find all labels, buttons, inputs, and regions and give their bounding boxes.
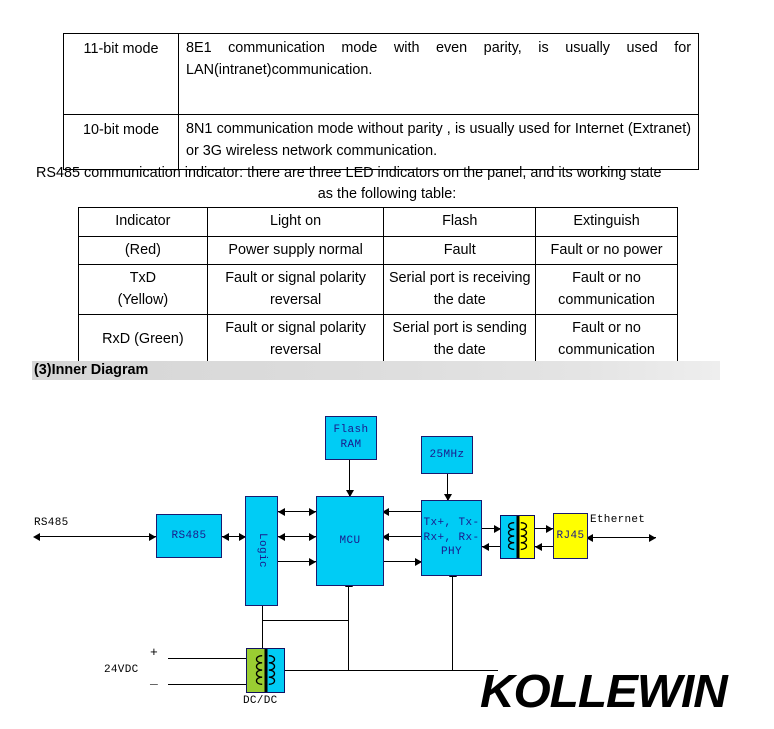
block-flash-ram-label: Flash RAM bbox=[333, 424, 369, 451]
mode-name-cell: 10-bit mode bbox=[63, 114, 179, 170]
cell-extinguish: Fault or no power bbox=[535, 235, 678, 266]
block-flash-ram: Flash RAM bbox=[325, 416, 377, 460]
arrowhead-right bbox=[149, 532, 156, 541]
block-25mhz-label: 25MHz bbox=[429, 448, 465, 461]
bit-mode-table: 11-bit mode 8E1 communication mode with … bbox=[63, 33, 699, 170]
block-phy-label: Tx+, Tx- Rx+, Rx- PHY bbox=[423, 516, 480, 559]
label-power-plus: + bbox=[150, 645, 159, 660]
mode-description-cell: 8E1 communication mode with even parity,… bbox=[178, 33, 699, 115]
transformer-core bbox=[264, 649, 267, 692]
arrowhead-right bbox=[546, 524, 553, 533]
table-row: RxD (Green) Fault or signal polarity rev… bbox=[78, 314, 678, 366]
connector-dcdc-phy bbox=[452, 576, 453, 671]
connector-dcdc-bus bbox=[285, 670, 498, 671]
connector-dcdc-logic-horz bbox=[262, 620, 348, 621]
label-dcdc: DC/DC bbox=[243, 695, 278, 707]
kollewin-logo: KOLLEWIN bbox=[480, 665, 728, 717]
cell-flash: Serial port is sending the date bbox=[383, 314, 537, 366]
table-header-row: Indicator Light on Flash Extinguish bbox=[78, 207, 678, 237]
cell-indicator: TxD (Yellow) bbox=[78, 264, 208, 316]
dcdc-converter bbox=[246, 648, 285, 693]
document-page: 11-bit mode 8E1 communication mode with … bbox=[0, 0, 774, 729]
block-rs485-label: RS485 bbox=[171, 529, 207, 542]
block-mcu-label: MCU bbox=[339, 534, 361, 547]
table-row: TxD (Yellow) Fault or signal polarity rev… bbox=[78, 264, 678, 316]
header-flash: Flash bbox=[383, 207, 537, 237]
block-mcu: MCU bbox=[316, 496, 384, 586]
header-extinguish: Extinguish bbox=[535, 207, 678, 237]
cell-flash: Serial port is receiving the date bbox=[383, 264, 537, 316]
arrowhead-left bbox=[222, 532, 229, 541]
cell-extinguish: Fault or no communication bbox=[535, 314, 678, 366]
connector-power-plus bbox=[168, 658, 246, 659]
transformer-core bbox=[516, 516, 519, 558]
label-power-minus: _ bbox=[150, 672, 159, 687]
arrowhead-left bbox=[33, 532, 40, 541]
block-25mhz-oscillator: 25MHz bbox=[421, 436, 473, 474]
label-24vdc: 24VDC bbox=[104, 664, 139, 676]
block-logic: Logic bbox=[245, 496, 278, 606]
cell-light-on: Fault or signal polarity reversal bbox=[206, 314, 385, 366]
led-indicator-table: Indicator Light on Flash Extinguish (Red… bbox=[78, 207, 678, 366]
block-rj45-connector: RJ45 bbox=[553, 513, 588, 559]
connector-mcu-phy-2 bbox=[384, 536, 422, 537]
cell-flash: Fault bbox=[383, 235, 537, 266]
connector-rs485-port bbox=[40, 536, 156, 537]
table-row: 11-bit mode 8E1 communication mode with … bbox=[63, 33, 699, 115]
connector-dcdc-mcu bbox=[348, 586, 349, 671]
ethernet-isolation-transformer bbox=[500, 515, 535, 559]
arrowhead-left bbox=[278, 507, 285, 516]
label-ethernet-port: Ethernet bbox=[590, 514, 646, 526]
cell-light-on: Power supply normal bbox=[206, 235, 385, 266]
table-row: (Red) Power supply normal Fault Fault or… bbox=[78, 235, 678, 266]
cell-indicator: (Red) bbox=[78, 235, 208, 266]
block-ethernet-phy: Tx+, Tx- Rx+, Rx- PHY bbox=[421, 500, 482, 576]
arrowhead-left bbox=[535, 542, 542, 551]
block-rs485-transceiver: RS485 bbox=[156, 514, 222, 558]
arrowhead-right bbox=[649, 533, 656, 542]
connector-power-minus bbox=[168, 684, 246, 685]
arrowhead-right bbox=[309, 557, 316, 566]
section-heading-bar: (3)Inner Diagram bbox=[32, 361, 720, 380]
arrowhead-right bbox=[309, 532, 316, 541]
arrowhead-left bbox=[482, 542, 489, 551]
cell-indicator: RxD (Green) bbox=[78, 314, 208, 366]
connector-mcu-phy-1 bbox=[384, 511, 422, 512]
connector-ethernet-port bbox=[588, 537, 656, 538]
block-rj45-label: RJ45 bbox=[556, 529, 585, 542]
table-row: 10-bit mode 8N1 communication mode witho… bbox=[63, 114, 699, 170]
mode-name-cell: 11-bit mode bbox=[63, 33, 179, 115]
header-indicator: Indicator bbox=[78, 207, 208, 237]
block-logic-label: Logic bbox=[255, 533, 268, 569]
label-rs485-port: RS485 bbox=[34, 517, 69, 529]
arrowhead-left bbox=[278, 532, 285, 541]
led-intro-line-2: as the following table: bbox=[317, 186, 457, 203]
led-intro-line-1: RS485 communication indicator: there are… bbox=[36, 165, 662, 181]
cell-extinguish: Fault or no communication bbox=[535, 264, 678, 316]
section-heading-text: (3)Inner Diagram bbox=[34, 362, 149, 378]
led-indicator-intro: RS485 communication indicator: there are… bbox=[36, 163, 738, 206]
header-light-on: Light on bbox=[206, 207, 385, 237]
arrowhead-right bbox=[309, 507, 316, 516]
mode-description-cell: 8N1 communication mode without parity , … bbox=[178, 114, 699, 170]
cell-light-on: Fault or signal polarity reversal bbox=[206, 264, 385, 316]
